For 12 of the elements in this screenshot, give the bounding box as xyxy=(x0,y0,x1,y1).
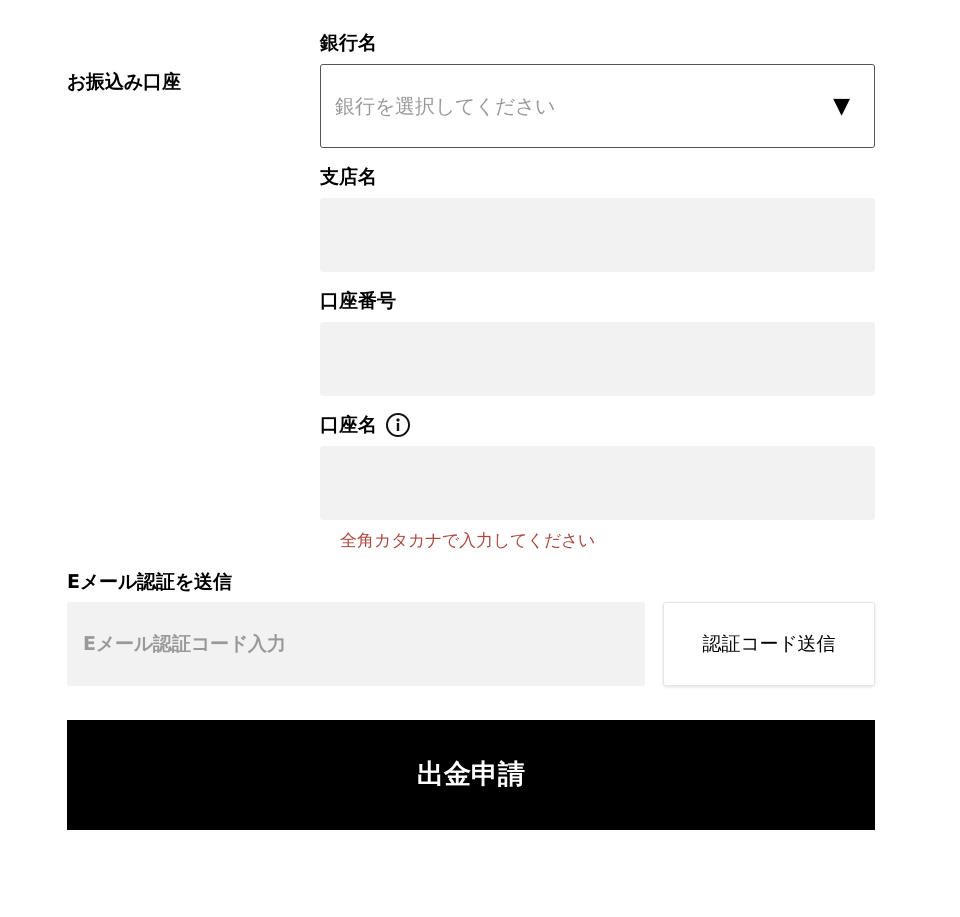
hint-text: 全角カタカナで入力してください xyxy=(340,530,596,553)
send-code-button[interactable]: 認証コード送信 xyxy=(663,602,875,686)
code-input-field[interactable]: Eメール認証コード入力 xyxy=(67,602,645,686)
field-label: 銀行名 xyxy=(320,30,377,56)
field-label: 口座名 xyxy=(320,412,377,438)
bank-select[interactable]: 銀行を選択してください ▼ xyxy=(320,64,875,148)
field-label: 支店名 xyxy=(320,164,377,190)
withdraw-button[interactable]: 出金申請 xyxy=(67,720,875,830)
email-label: Eメール認証を送信 xyxy=(67,570,232,595)
field-label: 口座番号 xyxy=(320,288,396,314)
info-icon[interactable] xyxy=(385,412,411,438)
section-label: お振込み口座 xyxy=(67,71,181,93)
